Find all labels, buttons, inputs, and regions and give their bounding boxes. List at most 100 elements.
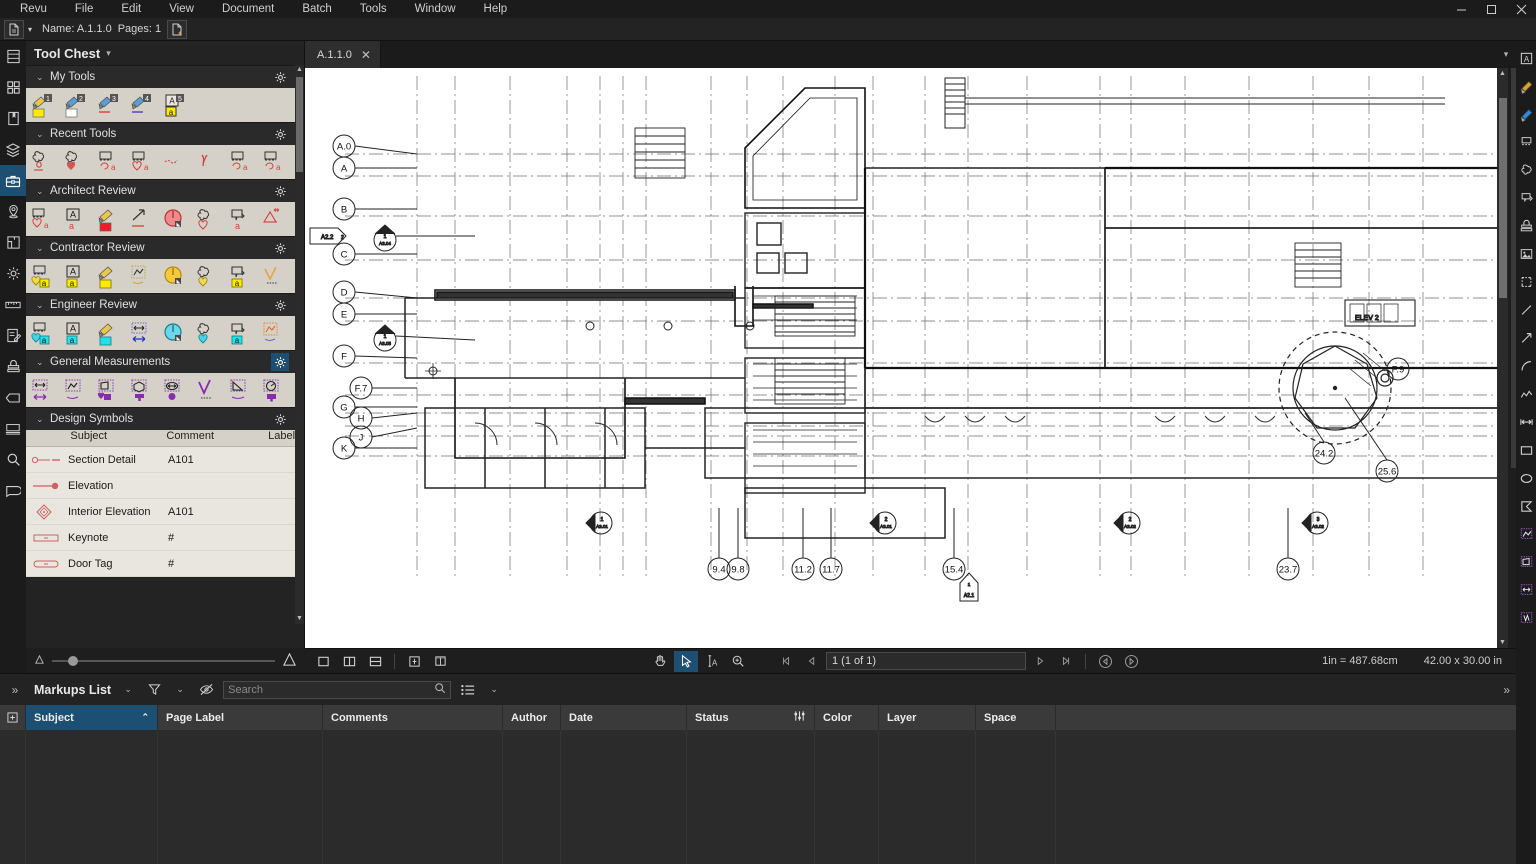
tool-group-header-architect-review[interactable]: ⌄ Architect Review bbox=[26, 179, 295, 202]
dimension-icon[interactable] bbox=[1516, 408, 1536, 436]
column-header-page-label[interactable]: Page Label bbox=[158, 705, 323, 730]
tool-group-header-design-symbols[interactable]: ⌄ Design Symbols bbox=[26, 407, 295, 430]
pen-icon[interactable] bbox=[1516, 100, 1536, 128]
design-symbol-row[interactable]: Elevation bbox=[26, 473, 295, 499]
tool-group-header-engineer-review[interactable]: ⌄ Engineer Review bbox=[26, 293, 295, 316]
cloud-cyan-tool-icon[interactable] bbox=[193, 319, 225, 347]
column-header-author[interactable]: Author bbox=[503, 705, 561, 730]
chevron-down-icon[interactable]: ⌄ bbox=[36, 300, 50, 311]
circle-stamp-red-tool-icon[interactable] bbox=[160, 205, 192, 233]
flag-a-tool-icon[interactable]: a bbox=[226, 205, 258, 233]
measure-check-tool-icon[interactable] bbox=[193, 376, 225, 404]
collapse-panel-icon[interactable]: » bbox=[1503, 683, 1510, 697]
column-header-comment[interactable]: Comment bbox=[162, 430, 264, 446]
rectangle-icon[interactable] bbox=[1516, 436, 1536, 464]
previous-page-button[interactable] bbox=[800, 651, 824, 672]
polyline-orange-tool-icon[interactable] bbox=[259, 319, 291, 347]
polyline-yellow-tool-icon[interactable] bbox=[127, 262, 159, 290]
tool-group-header-general-measurements[interactable]: ⌄ General Measurements bbox=[26, 350, 295, 373]
scroll-up-arrow[interactable]: ▲ bbox=[1497, 68, 1508, 79]
highlighter-icon[interactable] bbox=[1516, 72, 1536, 100]
cloud-yellow-tool-icon[interactable] bbox=[193, 262, 225, 290]
arc-icon[interactable] bbox=[1516, 352, 1536, 380]
next-page-button[interactable] bbox=[1028, 651, 1052, 672]
squiggle-tool-icon[interactable] bbox=[160, 148, 192, 176]
split-vertical-button[interactable] bbox=[402, 651, 426, 672]
text-box-yellow-tool-icon[interactable]: A5a bbox=[160, 91, 192, 119]
previous-view-button[interactable] bbox=[1093, 651, 1117, 672]
menu-item-edit[interactable]: Edit bbox=[107, 0, 155, 18]
sidebar-item-forms[interactable] bbox=[0, 320, 26, 351]
callout-icon[interactable] bbox=[1516, 128, 1536, 156]
flag-icon[interactable] bbox=[1516, 184, 1536, 212]
measure-area-tool-icon[interactable] bbox=[94, 376, 126, 404]
stamp-icon[interactable] bbox=[1516, 212, 1536, 240]
split-horizontal-button[interactable] bbox=[428, 651, 452, 672]
markups-list-body[interactable] bbox=[0, 730, 1516, 864]
zoom-tool-button[interactable] bbox=[726, 651, 750, 672]
check-mark-tool-icon[interactable] bbox=[193, 148, 225, 176]
tool-group-header-recent-tools[interactable]: ⌄ Recent Tools bbox=[26, 122, 295, 145]
menu-item-help[interactable]: Help bbox=[470, 0, 522, 18]
gear-icon[interactable] bbox=[271, 410, 289, 428]
close-button[interactable] bbox=[1506, 0, 1536, 18]
column-header-layer[interactable]: Layer bbox=[879, 705, 976, 730]
text-box-a-tool-icon[interactable]: Aa bbox=[61, 262, 93, 290]
minimize-button[interactable] bbox=[1446, 0, 1476, 18]
design-symbol-row[interactable]: Door Tag # bbox=[26, 551, 295, 577]
scrollbar-thumb[interactable] bbox=[296, 77, 303, 172]
dimension-red-tool-icon[interactable] bbox=[259, 205, 291, 233]
pen-red-tool-icon[interactable]: 3 bbox=[94, 91, 126, 119]
view-single-page-button[interactable] bbox=[311, 651, 335, 672]
right-rail-scrollbar[interactable] bbox=[1511, 68, 1516, 468]
sidebar-item-thumbnails[interactable] bbox=[0, 41, 26, 72]
tab-a110[interactable]: A.1.1.0 ✕ bbox=[305, 41, 381, 68]
measure-length-icon[interactable] bbox=[1516, 576, 1536, 604]
text-select-tool-button[interactable]: A bbox=[700, 651, 724, 672]
expand-panel-icon[interactable]: » bbox=[4, 683, 26, 697]
gear-icon[interactable] bbox=[271, 353, 289, 371]
search-icon[interactable] bbox=[434, 682, 446, 697]
flag-a-yellow-tool-icon[interactable]: a bbox=[226, 262, 258, 290]
crop-icon[interactable] bbox=[1516, 268, 1536, 296]
column-header-comments[interactable]: Comments bbox=[323, 705, 503, 730]
callout-yellow-a-tool-icon[interactable]: a bbox=[28, 262, 60, 290]
design-symbol-row[interactable]: Interior Elevation A101 bbox=[26, 499, 295, 525]
column-header-subject[interactable]: Subject bbox=[66, 430, 162, 446]
sidebar-item-sheets[interactable] bbox=[0, 227, 26, 258]
chevron-down-icon[interactable]: ⌄ bbox=[36, 72, 50, 83]
highlighter-white-tool-icon[interactable]: 2 bbox=[61, 91, 93, 119]
list-options-icon[interactable] bbox=[459, 680, 477, 700]
menu-item-tools[interactable]: Tools bbox=[346, 0, 401, 18]
dimension-blue-tool-icon[interactable] bbox=[127, 319, 159, 347]
measure-count-icon[interactable] bbox=[1516, 604, 1536, 632]
arrow-tool-icon[interactable] bbox=[127, 205, 159, 233]
gear-icon[interactable] bbox=[271, 125, 289, 143]
page-number-input[interactable]: 1 (1 of 1) bbox=[826, 652, 1026, 670]
text-box-a-tool-icon[interactable]: Aa bbox=[61, 319, 93, 347]
hide-markups-icon[interactable] bbox=[197, 680, 215, 700]
design-symbol-row[interactable]: Keynote # bbox=[26, 525, 295, 551]
last-page-button[interactable] bbox=[1054, 651, 1078, 672]
column-header-space[interactable]: Space bbox=[976, 705, 1056, 730]
document-canvas[interactable]: ELEV 2 A.0 A BC DE F F.7 G H J K A2.2 2 … bbox=[305, 68, 1508, 648]
sidebar-item-tool-chest[interactable] bbox=[0, 165, 26, 196]
arrow-icon[interactable] bbox=[1516, 324, 1536, 352]
sidebar-item-panels[interactable] bbox=[0, 72, 26, 103]
sidebar-item-layers[interactable] bbox=[0, 134, 26, 165]
chevron-down-icon[interactable]: ▾ bbox=[1496, 41, 1516, 68]
chevron-down-icon[interactable]: ⌄ bbox=[36, 357, 50, 368]
polygon-icon[interactable] bbox=[1516, 492, 1536, 520]
gear-icon[interactable] bbox=[271, 296, 289, 314]
menu-item-view[interactable]: View bbox=[155, 0, 208, 18]
chevron-down-icon[interactable]: ⌄ bbox=[36, 129, 50, 140]
add-page-button[interactable] bbox=[167, 19, 188, 39]
measure-diameter-tool-icon[interactable] bbox=[160, 376, 192, 404]
menu-item-window[interactable]: Window bbox=[401, 0, 470, 18]
scrollbar-thumb[interactable] bbox=[1499, 98, 1507, 298]
chevron-down-icon[interactable]: ⌄ bbox=[119, 680, 137, 700]
text-box-icon[interactable]: A bbox=[1516, 44, 1536, 72]
first-page-button[interactable] bbox=[774, 651, 798, 672]
column-header-status[interactable]: Status bbox=[687, 705, 815, 730]
callout-cyan-a-tool-icon[interactable]: a bbox=[28, 319, 60, 347]
